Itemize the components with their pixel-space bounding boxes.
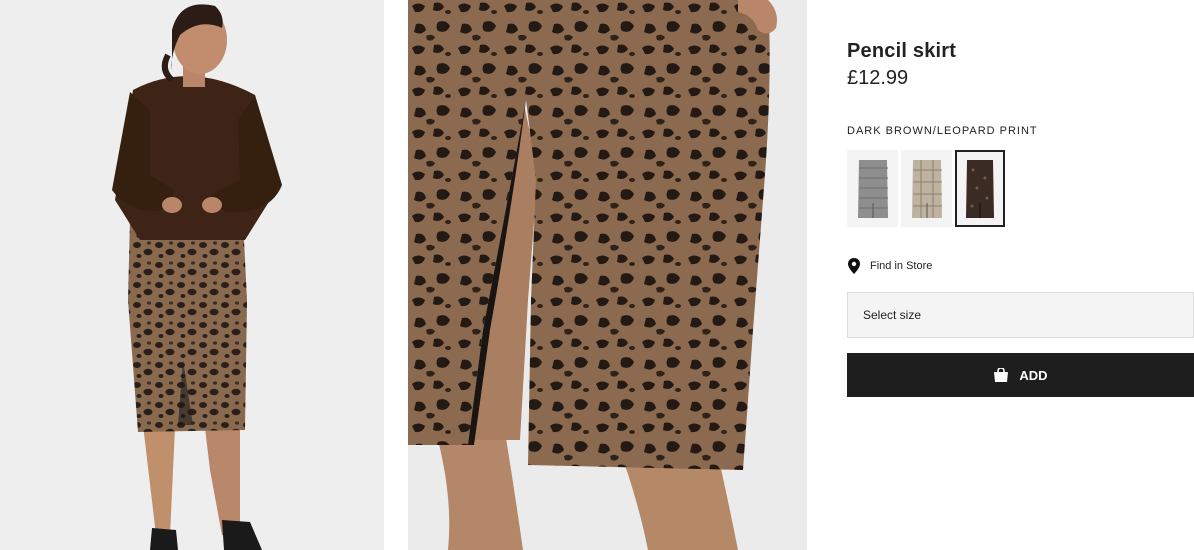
swatch-beige-check[interactable] — [901, 150, 952, 227]
location-pin-icon — [848, 258, 860, 274]
shopping-bag-icon — [994, 368, 1009, 382]
product-details-panel: Pencil skirt £12.99 DARK BROWN/LEOPARD P… — [847, 0, 1194, 550]
find-in-store-label: Find in Store — [870, 260, 933, 272]
product-image-detail[interactable] — [408, 0, 807, 550]
skirt-thumbnail-icon — [966, 159, 994, 218]
swatch-grey-check[interactable] — [847, 150, 898, 227]
size-select[interactable]: Select size — [847, 292, 1194, 338]
swatch-dark-brown-leopard[interactable] — [955, 150, 1005, 227]
skirt-thumbnail-icon — [911, 159, 942, 218]
product-price: £12.99 — [847, 67, 909, 89]
product-image-model[interactable] — [0, 0, 384, 550]
selected-color-label: DARK BROWN/LEOPARD PRINT — [847, 125, 1038, 137]
product-page: Pencil skirt £12.99 DARK BROWN/LEOPARD P… — [0, 0, 1194, 550]
add-to-bag-button[interactable]: ADD — [847, 353, 1194, 397]
color-swatches — [847, 150, 1005, 227]
add-button-label: ADD — [1019, 367, 1048, 383]
image-gutter — [384, 0, 408, 550]
product-title: Pencil skirt — [847, 40, 957, 62]
skirt-thumbnail-icon — [857, 159, 888, 218]
find-in-store-link[interactable]: Find in Store — [847, 258, 932, 274]
size-select-label: Select size — [863, 308, 922, 322]
